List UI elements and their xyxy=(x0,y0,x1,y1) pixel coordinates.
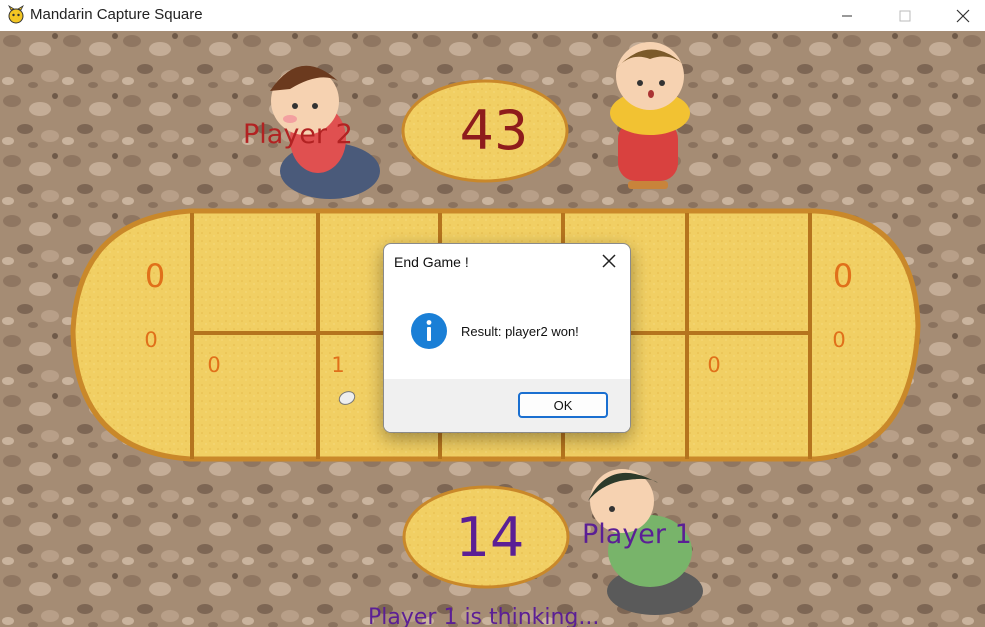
maximize-icon xyxy=(899,10,911,21)
player1-label: Player 1 xyxy=(582,519,692,550)
window-title: Mandarin Capture Square xyxy=(30,6,203,23)
cell-count[interactable]: 0 xyxy=(707,353,720,377)
close-icon[interactable] xyxy=(600,252,618,270)
close-window-button[interactable] xyxy=(940,0,985,31)
turn-status: Player 1 is thinking... xyxy=(368,605,599,627)
dialog-message: Result: player2 won! xyxy=(461,324,579,339)
player2-score: 43 xyxy=(460,99,529,162)
right-mandarin-small-count: 0 xyxy=(832,328,845,352)
pygame-icon xyxy=(8,5,24,24)
player1-score: 14 xyxy=(456,506,525,569)
close-icon xyxy=(956,9,970,22)
window-titlebar: Mandarin Capture Square xyxy=(0,0,985,31)
minimize-icon xyxy=(842,15,852,16)
end-game-dialog: End Game ! Result: player2 won! OK xyxy=(383,243,631,433)
cell-count[interactable]: 1 xyxy=(331,353,344,377)
minimize-button[interactable] xyxy=(824,0,870,31)
player2-label: Player 2 xyxy=(243,119,353,150)
maximize-button[interactable] xyxy=(882,0,928,31)
info-icon xyxy=(411,313,447,349)
cell-count[interactable]: 0 xyxy=(207,353,220,377)
left-mandarin-small-count: 0 xyxy=(144,328,157,352)
left-mandarin-big-count: 0 xyxy=(145,257,165,295)
dialog-title: End Game ! xyxy=(394,254,469,270)
right-mandarin-big-count: 0 xyxy=(833,257,853,295)
ok-button[interactable]: OK xyxy=(518,392,608,418)
